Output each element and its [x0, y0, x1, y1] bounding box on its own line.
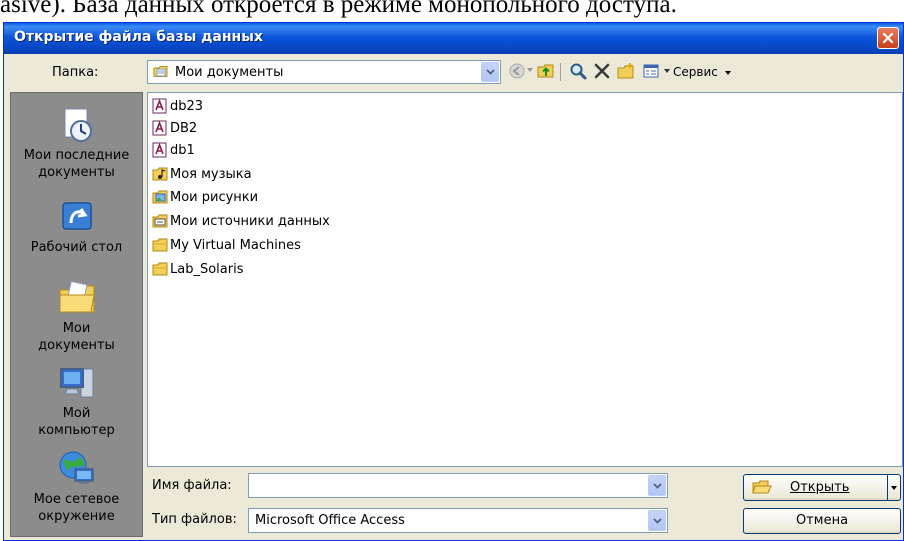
access-db-icon — [152, 120, 167, 136]
file-name: db23 — [170, 98, 204, 114]
delete-x-icon — [594, 63, 610, 79]
filetype-combobox[interactable]: Microsoft Office Access — [248, 508, 668, 533]
views-icon — [643, 64, 659, 78]
list-item[interactable]: DB2 — [152, 117, 197, 139]
open-database-dialog: Открытие файла базы данных Папка: Мои до… — [3, 22, 904, 541]
file-name: My Virtual Machines — [170, 237, 301, 253]
place-my-computer-label: Мой компьютер — [38, 406, 115, 438]
folder-icon — [152, 262, 168, 276]
list-item[interactable]: db23 — [152, 95, 203, 117]
search-web-button[interactable] — [567, 60, 589, 82]
document-text: asive). База данных откроется в режиме м… — [0, 0, 677, 18]
close-icon — [882, 32, 894, 44]
new-folder-button[interactable] — [615, 60, 637, 82]
list-item[interactable]: Мои источники данных — [152, 210, 330, 232]
list-item[interactable]: My Virtual Machines — [152, 234, 301, 256]
file-name: Моя музыка — [170, 166, 252, 182]
delete-button[interactable] — [591, 60, 613, 82]
file-list[interactable]: db23 DB2 db1 Моя музыка Мои рисунки Мои … — [147, 92, 903, 467]
views-button[interactable] — [640, 60, 662, 82]
filename-combobox[interactable] — [248, 473, 668, 498]
places-bar: Мои последние документы Рабочий стол Мои… — [10, 92, 143, 537]
tools-menu[interactable]: Сервис — [673, 65, 731, 79]
open-options-button[interactable] — [887, 474, 901, 501]
back-arrow-icon — [509, 63, 525, 79]
place-desktop[interactable]: Рабочий стол — [11, 197, 142, 256]
file-name: DB2 — [170, 120, 198, 136]
search-icon — [570, 63, 587, 80]
list-item[interactable]: Моя музыка — [152, 163, 252, 185]
open-button[interactable]: Открыть — [743, 474, 887, 501]
recent-documents-icon — [64, 108, 92, 142]
place-my-computer[interactable]: Мой компьютер — [11, 363, 142, 439]
music-folder-icon — [152, 167, 168, 181]
folder-combobox[interactable]: Мои документы — [147, 60, 501, 84]
place-desktop-label: Рабочий стол — [30, 240, 123, 255]
chevron-down-icon — [652, 517, 662, 524]
data-sources-folder-icon — [152, 214, 168, 228]
tools-menu-label: Сервис — [673, 65, 718, 79]
back-dropdown-icon[interactable] — [527, 68, 533, 72]
pictures-folder-icon — [152, 190, 168, 204]
dialog-title: Открытие файла базы данных — [14, 29, 263, 45]
folder-label: Папка: — [52, 65, 99, 80]
cancel-button[interactable]: Отмена — [743, 508, 901, 534]
close-button[interactable] — [877, 27, 899, 49]
toolbar-separator — [560, 63, 561, 81]
desktop-icon — [61, 202, 92, 230]
file-name: Lab_Solaris — [170, 261, 244, 277]
place-my-documents[interactable]: Мои документы — [11, 278, 142, 354]
list-item[interactable]: Lab_Solaris — [152, 258, 243, 280]
folder-icon — [152, 238, 168, 252]
open-folder-icon — [752, 480, 772, 494]
filename-label: Имя файла: — [152, 478, 232, 493]
new-folder-icon — [617, 63, 634, 79]
place-network[interactable]: Мое сетевое окружение — [11, 449, 142, 525]
place-my-documents-label: Мои документы — [38, 321, 115, 353]
back-button[interactable] — [506, 60, 528, 82]
list-item[interactable]: db1 — [152, 139, 195, 161]
title-bar[interactable]: Открытие файла базы данных — [4, 23, 903, 54]
access-db-icon — [152, 142, 167, 158]
up-folder-button[interactable] — [535, 60, 557, 82]
my-computer-icon — [59, 368, 93, 398]
chevron-down-icon — [652, 482, 662, 489]
filetype-value: Microsoft Office Access — [255, 513, 405, 528]
filetype-dropdown-button[interactable] — [648, 510, 666, 531]
up-folder-icon — [537, 64, 554, 78]
chevron-down-icon — [724, 70, 731, 75]
cancel-button-label: Отмена — [795, 513, 849, 528]
place-network-label: Мое сетевое окружение — [33, 492, 120, 524]
my-documents-small-icon — [153, 66, 168, 77]
chevron-down-icon — [485, 69, 495, 75]
file-name: db1 — [170, 142, 195, 158]
filetype-label: Тип файлов: — [152, 512, 237, 527]
folder-dropdown-button[interactable] — [481, 62, 499, 82]
file-name: Мои рисунки — [170, 189, 259, 205]
chevron-down-icon — [891, 486, 897, 490]
access-db-icon — [152, 98, 167, 114]
open-button-label: Открыть — [790, 480, 850, 495]
list-item[interactable]: Мои рисунки — [152, 186, 258, 208]
folder-value: Мои документы — [175, 65, 284, 80]
views-dropdown-icon[interactable] — [664, 69, 670, 73]
my-documents-icon — [59, 280, 95, 313]
place-recent[interactable]: Мои последние документы — [11, 105, 142, 181]
filename-dropdown-button[interactable] — [648, 475, 666, 496]
network-icon — [59, 451, 94, 484]
file-name: Мои источники данных — [170, 213, 330, 229]
place-recent-label: Мои последние документы — [23, 148, 130, 180]
